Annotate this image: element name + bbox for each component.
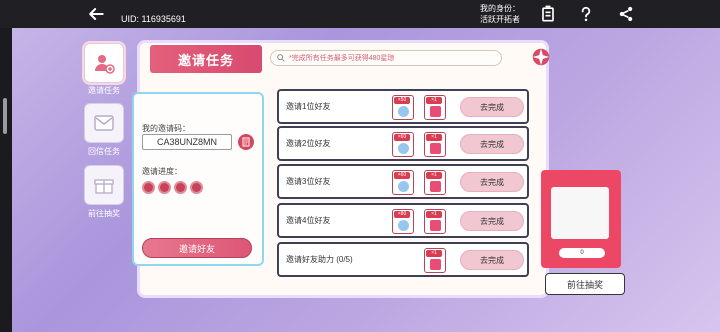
reward-ticket: ×1 bbox=[424, 170, 446, 195]
reward-stellar-jade: ×60 bbox=[392, 132, 414, 157]
prize-card: 0 bbox=[541, 170, 621, 268]
invite-progress bbox=[142, 181, 203, 194]
task-name: 邀请3位好友 bbox=[286, 177, 331, 186]
reward-count: ×1 bbox=[426, 211, 442, 218]
nav-invite-label: 邀请任务 bbox=[88, 86, 120, 95]
stellar-jade-icon bbox=[398, 143, 409, 154]
reward-stellar-jade: ×50 bbox=[392, 95, 414, 120]
invite-code-box: CA38UNZ8MN bbox=[142, 134, 232, 150]
ticket-icon bbox=[430, 220, 441, 231]
draw-count: 0 bbox=[559, 248, 605, 258]
laptop-image bbox=[551, 187, 609, 239]
go-complete-button[interactable]: 去完成 bbox=[460, 172, 524, 192]
ticket-icon bbox=[430, 259, 441, 270]
ticket-icon bbox=[430, 143, 441, 154]
notice-text: *完成所有任务最多可获得480星琼 bbox=[289, 55, 395, 62]
search-icon bbox=[277, 54, 285, 62]
role-value: 活跃开拓者 bbox=[480, 15, 520, 24]
reward-ticket: ×1 bbox=[424, 132, 446, 157]
task-list: 邀请1位好友 ×50 ×1 去完成 邀请2位好友 ×60 ×1 去完成 邀请3位… bbox=[277, 89, 529, 277]
reward-count: ×1 bbox=[426, 97, 442, 104]
task-name: 邀请1位好友 bbox=[286, 102, 331, 111]
invite-friend-button[interactable]: 邀请好友 bbox=[142, 238, 252, 258]
progress-dot bbox=[190, 181, 203, 194]
ticket-icon bbox=[430, 181, 441, 192]
reward-stellar-jade: ×80 bbox=[392, 209, 414, 234]
task-row: 邀请4位好友 ×80 ×1 去完成 bbox=[277, 203, 529, 238]
top-bar: UID: 116935691 我的身份： 活跃开拓者 bbox=[0, 0, 720, 28]
invite-card: 我的邀请码： CA38UNZ8MN 邀请进度： 邀请好友 bbox=[132, 92, 264, 266]
reward-count: ×80 bbox=[394, 211, 410, 218]
copy-icon bbox=[242, 137, 250, 147]
uid-label: UID: 116935691 bbox=[121, 14, 186, 24]
reward-ticket: ×1 bbox=[424, 209, 446, 234]
reward-count: ×1 bbox=[426, 250, 442, 257]
task-row: 邀请2位好友 ×60 ×1 去完成 bbox=[277, 126, 529, 161]
add-user-icon bbox=[95, 55, 115, 74]
ticket-icon bbox=[430, 106, 441, 117]
nav-reply-label: 回信任务 bbox=[88, 147, 120, 156]
side-handle[interactable] bbox=[3, 98, 7, 134]
left-edge-strip bbox=[0, 28, 12, 332]
progress-label: 邀请进度： bbox=[142, 167, 182, 176]
reward-count: ×60 bbox=[394, 134, 410, 141]
progress-dot bbox=[158, 181, 171, 194]
go-complete-button[interactable]: 去完成 bbox=[460, 250, 524, 270]
invite-code-label: 我的邀请码： bbox=[142, 124, 190, 133]
nav-draw[interactable] bbox=[84, 165, 124, 205]
reward-ticket: ×1 bbox=[424, 248, 446, 273]
reward-count: ×1 bbox=[426, 134, 442, 141]
task-row: 邀请1位好友 ×50 ×1 去完成 bbox=[277, 89, 529, 124]
reward-count: ×50 bbox=[394, 97, 410, 104]
go-complete-button[interactable]: 去完成 bbox=[460, 211, 524, 231]
reward-stellar-jade: ×60 bbox=[392, 170, 414, 195]
progress-dot bbox=[174, 181, 187, 194]
notes-icon[interactable] bbox=[538, 4, 558, 24]
share-icon[interactable] bbox=[616, 4, 636, 24]
task-name: 邀请2位好友 bbox=[286, 139, 331, 148]
reward-count: ×1 bbox=[426, 172, 442, 179]
stellar-jade-icon bbox=[398, 220, 409, 231]
task-name: 邀请好友助力 (0/5) bbox=[286, 255, 353, 264]
go-draw-button[interactable]: 前往抽奖 bbox=[545, 273, 625, 295]
role-label: 我的身份： bbox=[480, 4, 520, 13]
compass-star-icon bbox=[532, 48, 550, 66]
stellar-jade-icon bbox=[398, 106, 409, 117]
go-complete-button[interactable]: 去完成 bbox=[460, 97, 524, 117]
copy-code-button[interactable] bbox=[238, 134, 254, 150]
back-arrow-icon[interactable] bbox=[86, 4, 106, 24]
reward-ticket: ×1 bbox=[424, 95, 446, 120]
nav-draw-label: 前往抽奖 bbox=[88, 209, 120, 218]
envelope-icon bbox=[94, 115, 114, 131]
go-complete-button[interactable]: 去完成 bbox=[460, 134, 524, 154]
panel-title: 邀请任务 bbox=[150, 45, 262, 73]
gift-icon bbox=[94, 179, 114, 194]
task-row: 邀请好友助力 (0/5) ×1 去完成 bbox=[277, 242, 529, 277]
reward-count: ×60 bbox=[394, 172, 410, 179]
task-row: 邀请3位好友 ×60 ×1 去完成 bbox=[277, 164, 529, 199]
progress-dot bbox=[142, 181, 155, 194]
help-icon[interactable] bbox=[576, 4, 596, 24]
nav-invite-task[interactable] bbox=[84, 43, 124, 83]
stellar-jade-icon bbox=[398, 181, 409, 192]
task-name: 邀请4位好友 bbox=[286, 216, 331, 225]
nav-reply-task[interactable] bbox=[84, 103, 124, 143]
notice-bar: *完成所有任务最多可获得480星琼 bbox=[270, 50, 502, 66]
